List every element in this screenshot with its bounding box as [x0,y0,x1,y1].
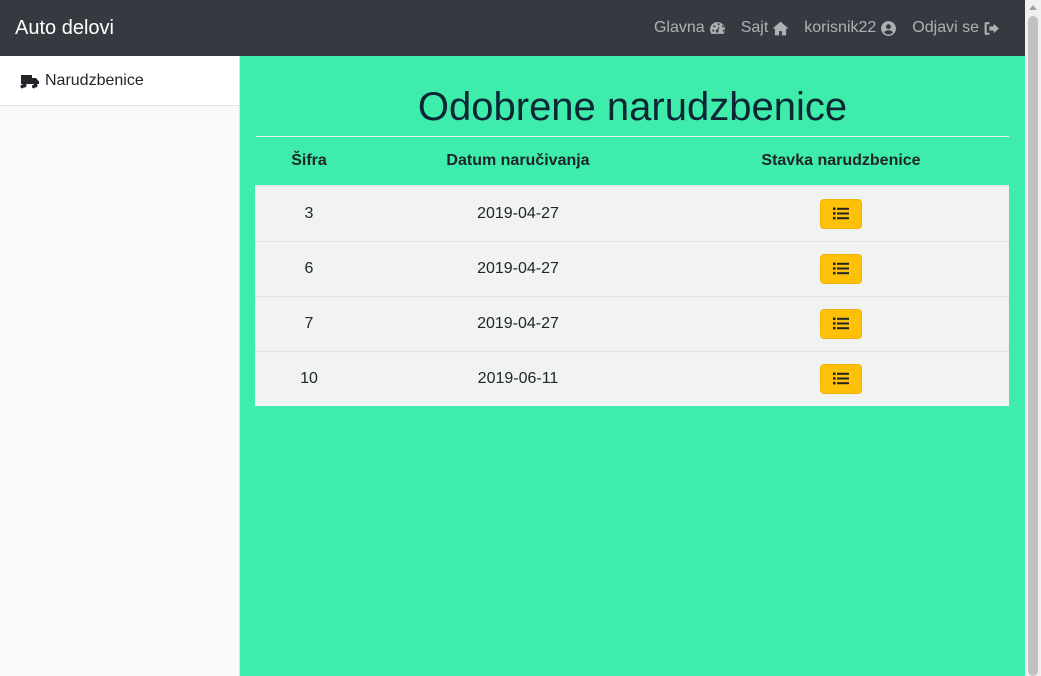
list-icon [833,262,849,275]
table-row: 7 2019-04-27 [255,295,1009,351]
cell-stavka [673,185,1009,241]
sidebar: Narudzbenice [0,56,240,676]
cell-stavka [673,295,1009,351]
home-icon [772,21,789,35]
cell-datum: 2019-04-27 [363,240,673,296]
view-items-button[interactable] [820,363,862,394]
column-header-stavka: Stavka narudzbenice [761,152,921,169]
column-header-sifra: Šifra [291,152,327,169]
view-items-button[interactable] [820,308,862,339]
sidebar-item-narudzbenice[interactable]: Narudzbenice [0,56,239,106]
user-circle-icon [881,20,897,36]
table-header-row: Šifra Datum naručivanja Stavka narudzben… [255,137,1009,186]
cell-stavka [673,240,1009,296]
nav-link-sajt-label: Sajt [740,19,769,36]
navbar-links: Glavna Sajt korisnik22 Odjavi se [654,19,1010,37]
top-navbar: Auto delovi Glavna Sajt korisnik22 Odjav… [0,0,1025,56]
tachometer-icon [709,21,725,34]
table-row: 6 2019-04-27 [255,240,1009,296]
nav-link-glavna[interactable]: Glavna [654,19,726,37]
list-icon [833,317,849,330]
view-items-button[interactable] [820,253,862,284]
cell-sifra: 7 [255,295,363,351]
table-row: 3 2019-04-27 [255,185,1009,241]
cell-sifra: 3 [255,185,363,241]
list-icon [833,372,849,385]
scroll-up-arrow-icon[interactable] [1029,5,1037,10]
table-row: 10 2019-06-11 [255,350,1009,406]
view-items-button[interactable] [820,198,862,229]
cell-datum: 2019-04-27 [363,295,673,351]
nav-link-odjavi-label: Odjavi se [912,19,979,36]
nav-link-user-label: korisnik22 [804,19,877,36]
nav-link-sajt[interactable]: Sajt [741,19,790,37]
sidebar-item-label: Narudzbenice [45,71,144,89]
list-icon [833,207,849,220]
nav-link-user[interactable]: korisnik22 [804,19,897,37]
cell-sifra: 10 [255,350,363,406]
page-title: Odobrene narudzbenice [417,85,848,129]
cell-sifra: 6 [255,240,363,296]
cell-stavka [673,350,1009,406]
sign-out-icon [984,21,999,35]
vertical-scrollbar[interactable] [1025,0,1041,676]
brand-link[interactable]: Auto delovi [15,17,114,40]
cell-datum: 2019-06-11 [363,350,673,406]
orders-table: Šifra Datum naručivanja Stavka narudzben… [255,137,1009,406]
column-header-datum: Datum naručivanja [446,152,590,169]
scrollbar-thumb[interactable] [1028,16,1038,676]
cell-datum: 2019-04-27 [363,185,673,241]
main-content: Odobrene narudzbenice Šifra Datum naruči… [240,56,1025,676]
nav-link-glavna-label: Glavna [653,19,705,36]
nav-link-odjavi[interactable]: Odjavi se [912,19,1000,37]
truck-icon [20,74,39,88]
